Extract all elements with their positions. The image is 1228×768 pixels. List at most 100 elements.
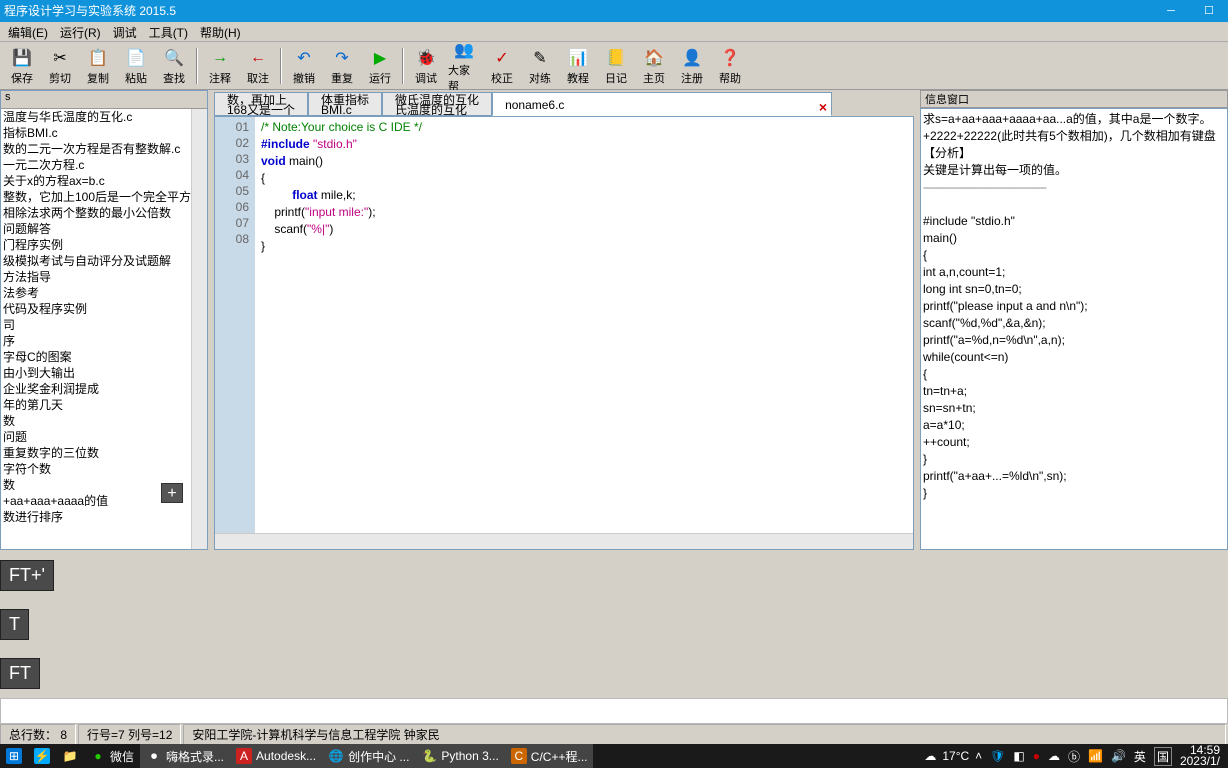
home-button[interactable]: 🏠主页 [636,44,672,88]
file-item[interactable]: 字符个数 [3,461,207,477]
tray-cloud-icon[interactable]: ☁ [1048,749,1060,763]
menu-run[interactable]: 运行(R) [54,22,107,41]
file-item[interactable]: 数 [3,413,207,429]
file-item[interactable]: 级模拟考试与自动评分及试题解 [3,253,207,269]
tab-0[interactable]: 数，再加上168又是一个 [214,92,308,116]
minimize-button[interactable]: ─ [1152,0,1190,22]
file-item[interactable]: 数的二元一次方程是否有整数解.c [3,141,207,157]
menu-help[interactable]: 帮助(H) [194,22,247,41]
plus-badge[interactable]: + [161,483,183,503]
tray-wifi-icon[interactable]: 📶 [1088,749,1103,763]
redo-button[interactable]: ↷重复 [324,44,360,88]
overlay-ft-quote[interactable]: FT+' [0,560,54,591]
file-item[interactable]: 序 [3,333,207,349]
run-button[interactable]: ▶运行 [362,44,398,88]
tutorial-button[interactable]: 📊教程 [560,44,596,88]
output-area[interactable] [0,698,1228,724]
task-lightning[interactable]: ⚡ [28,744,56,768]
file-item[interactable]: 企业奖金利润提成 [3,381,207,397]
start-button[interactable]: ⊞ [0,744,28,768]
help-button[interactable]: ❓帮助 [712,44,748,88]
file-item[interactable]: 由小到大输出 [3,365,207,381]
task-recorder[interactable]: ⏺嗨格式录... [140,744,230,768]
undo-button[interactable]: ↶撤销 [286,44,322,88]
tray-app-icon[interactable]: ◧ [1013,749,1024,763]
find-button[interactable]: 🔍查找 [156,44,192,88]
file-item[interactable]: 司 [3,317,207,333]
file-item[interactable]: 方法指导 [3,269,207,285]
menu-debug[interactable]: 调试 [107,22,143,41]
task-autodesk[interactable]: AAutodesk... [230,744,322,768]
check-button[interactable]: ✓校正 [484,44,520,88]
task-wechat[interactable]: ●微信 [84,744,140,768]
save-button[interactable]: 💾保存 [4,44,40,88]
file-item[interactable]: 问题 [3,429,207,445]
register-button[interactable]: 👤注册 [674,44,710,88]
uncomment-button[interactable]: ←取注 [240,44,276,88]
file-item[interactable]: 代码及程序实例 [3,301,207,317]
file-item[interactable]: 关于x的方程ax=b.c [3,173,207,189]
tray-shield-icon[interactable]: 🛡 [990,749,1005,763]
file-item[interactable]: 重复数字的三位数 [3,445,207,461]
recorder-icon: ⏺ [146,748,162,764]
close-icon[interactable]: × [819,97,827,117]
copy-button[interactable]: 📋复制 [80,44,116,88]
menu-tool[interactable]: 工具(T) [143,22,194,41]
menu-edit[interactable]: 编辑(E) [2,22,54,41]
overlay-ft[interactable]: FT [0,658,40,689]
editor-hscroll[interactable] [215,533,913,549]
system-tray: ˄ 🛡 ◧ ● ☁ ⓑ 📶 🔊 英 国 14:59 2023/1/ [975,745,1228,767]
cut-button[interactable]: ✂剪切 [42,44,78,88]
code-editor[interactable]: 0102030405060708 /* Note:Your choice is … [214,116,914,550]
titlebar: 程序设计学习与实验系统 2015.5 ─ ☐ [0,0,1228,22]
diary-button[interactable]: 📒日记 [598,44,634,88]
ime-mode[interactable]: 国 [1154,747,1172,766]
code-area[interactable]: /* Note:Your choice is C IDE */ #include… [255,117,913,549]
file-item[interactable]: 指标BMI.c [3,125,207,141]
tray-sound-icon[interactable]: 🔊 [1111,749,1126,763]
file-item[interactable]: 字母C的图案 [3,349,207,365]
file-item[interactable]: 问题解答 [3,221,207,237]
folder-icon: 📁 [62,748,78,764]
task-explorer[interactable]: 📁 [56,744,84,768]
file-item[interactable]: 法参考 [3,285,207,301]
debug-button[interactable]: 🐞调试 [408,44,444,88]
tray-up-icon[interactable]: ˄ [975,749,982,763]
tab-1[interactable]: 体重指标BMI.c [308,92,382,116]
status-position: 行号=7 列号=12 [78,724,181,745]
left-scrollbar[interactable] [191,109,207,549]
separator [196,48,198,84]
task-cpp[interactable]: CC/C++程... [505,744,594,768]
file-item[interactable]: 一元二次方程.c [3,157,207,173]
comment-button[interactable]: →注释 [202,44,238,88]
task-python[interactable]: 🐍Python 3... [415,744,504,768]
tray-rec-icon[interactable]: ● [1033,749,1040,763]
file-item[interactable]: 年的第几天 [3,397,207,413]
file-item[interactable]: 整数，它加上100后是一个完全平方 [3,189,207,205]
clock[interactable]: 14:59 2023/1/ [1180,745,1220,767]
ime-lang[interactable]: 英 [1134,748,1146,765]
separator [402,48,404,84]
file-list-panel: s 温度与华氏温度的互化.c指标BMI.c数的二元一次方程是否有整数解.c一元二… [0,90,208,550]
info-content[interactable]: 求s=a+aa+aaa+aaaa+aa...a的值，其中a是一个数字。 +222… [920,108,1228,550]
file-item[interactable]: 数进行排序 [3,509,207,525]
chrome-icon: 🌐 [328,748,344,764]
cut-icon: ✂ [48,46,72,70]
file-item[interactable]: 温度与华氏温度的互化.c [3,109,207,125]
maximize-button[interactable]: ☐ [1190,0,1228,22]
file-item[interactable]: 相除法求两个整数的最小公倍数 [3,205,207,221]
tab-2[interactable]: 微氏温度的互化氏温度的互化 [382,92,492,116]
duilian-button[interactable]: ✎对练 [522,44,558,88]
tray-bt-icon[interactable]: ⓑ [1068,748,1080,765]
weather[interactable]: ☁17°C [916,744,975,768]
editor-area: 数，再加上168又是一个 体重指标BMI.c 微氏温度的互化氏温度的互化 non… [214,90,914,550]
task-chrome[interactable]: 🌐创作中心 ... [322,744,415,768]
overlay-t[interactable]: T [0,609,29,640]
app-title: 程序设计学习与实验系统 2015.5 [4,0,176,22]
tutorial-icon: 📊 [566,46,590,70]
tab-3-active[interactable]: noname6.c× [492,92,832,116]
file-item[interactable]: 门程序实例 [3,237,207,253]
paste-button[interactable]: 📄粘贴 [118,44,154,88]
dajiabang-button[interactable]: 👥大家帮 [446,36,482,96]
tab-row: 数，再加上168又是一个 体重指标BMI.c 微氏温度的互化氏温度的互化 non… [214,90,914,116]
